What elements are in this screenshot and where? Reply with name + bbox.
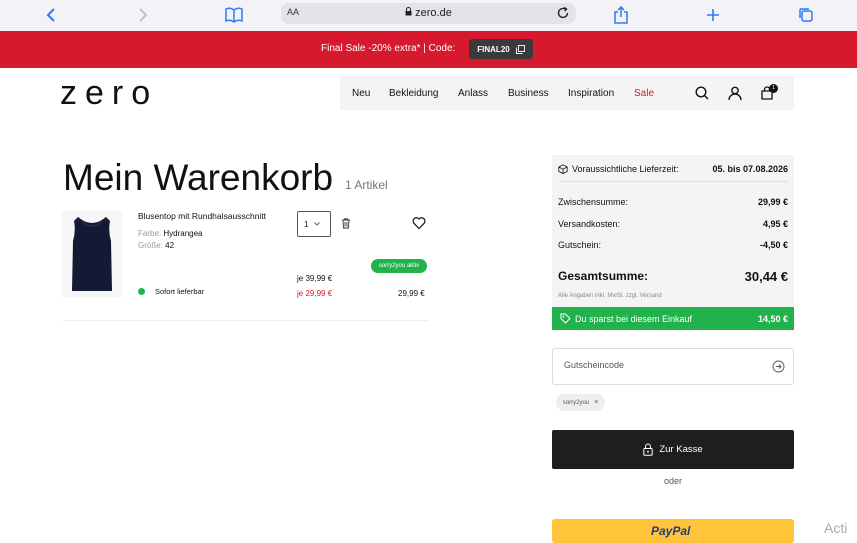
savings-label: Du sparst bei diesem Einkauf xyxy=(575,314,693,324)
checkout-button[interactable]: Zur Kasse xyxy=(552,430,794,469)
grand-total-label: Gesamtsumme: xyxy=(558,269,649,283)
nav-item-sale[interactable]: Sale xyxy=(634,88,654,99)
checkout-label: Zur Kasse xyxy=(659,444,703,455)
divider xyxy=(558,181,788,182)
account-icon[interactable] xyxy=(727,85,743,101)
blouse-image xyxy=(72,217,112,291)
color-value: Hydrangea xyxy=(163,229,203,238)
applied-voucher-chip[interactable]: sorry2you × xyxy=(556,394,605,411)
tabs-icon[interactable] xyxy=(795,4,817,26)
in-stock-indicator xyxy=(138,288,145,295)
cart-button[interactable]: 1 xyxy=(760,84,778,102)
reload-icon[interactable] xyxy=(555,5,571,21)
delivery-value: 05. bis 07.08.2026 xyxy=(712,164,788,174)
or-divider-text: oder xyxy=(663,476,682,486)
new-tab-icon[interactable] xyxy=(702,4,724,26)
trash-icon[interactable] xyxy=(340,217,352,229)
forward-icon[interactable] xyxy=(132,4,154,26)
voucher-value: -4,50 € xyxy=(759,240,788,250)
shipping-row: Versandkosten: 4,95 € xyxy=(558,219,788,229)
chevron-down-icon xyxy=(314,222,320,226)
paypal-logo: PayPal xyxy=(651,524,691,538)
package-icon xyxy=(558,164,568,174)
back-icon[interactable] xyxy=(40,4,62,26)
bookmarks-icon[interactable] xyxy=(223,4,245,26)
delivery-label: Voraussichtliche Lieferzeit: xyxy=(572,164,679,174)
size-value: 42 xyxy=(165,241,175,250)
nav-item-inspiration[interactable]: Inspiration xyxy=(568,88,614,99)
unit-price-sale: je 29,99 € xyxy=(297,289,333,298)
search-icon[interactable] xyxy=(694,85,710,101)
close-icon[interactable]: × xyxy=(594,399,598,406)
quantity-value: 1 xyxy=(304,220,309,229)
shipping-label: Versandkosten: xyxy=(558,219,621,229)
address-bar[interactable]: AA zero.de xyxy=(281,3,576,24)
cart-count-badge: 1 xyxy=(769,84,778,93)
voucher-active-badge: sorry2you aktiv xyxy=(371,259,427,273)
savings-value: 14,50 € xyxy=(757,314,788,324)
promo-banner: Final Sale -20% extra* | Code: FINAL20 xyxy=(0,31,857,68)
order-summary: Voraussichtliche Lieferzeit: 05. bis 07.… xyxy=(552,155,794,330)
subtotal-value: 29,99 € xyxy=(757,197,788,207)
page-title: Mein Warenkorb xyxy=(63,157,334,198)
arrow-right-circle-icon[interactable] xyxy=(772,360,785,373)
line-total: 29,99 € xyxy=(398,289,425,298)
promo-text: Final Sale -20% extra* | Code: xyxy=(321,43,456,54)
copy-icon xyxy=(515,44,525,54)
share-icon[interactable] xyxy=(610,4,632,26)
product-color: Farbe: Hydrangea xyxy=(138,229,203,238)
grand-total-value: 30,44 € xyxy=(744,269,788,284)
lock-icon xyxy=(405,7,412,19)
product-name[interactable]: Blusentop mit Rundhalsausschnitt xyxy=(138,211,266,221)
product-size: Größe: 42 xyxy=(138,241,174,250)
browser-toolbar: AA zero.de xyxy=(0,0,857,31)
size-label: Größe: xyxy=(138,241,163,250)
paypal-button[interactable]: PayPal xyxy=(552,519,794,543)
savings-banner: Du sparst bei diesem Einkauf 14,50 € xyxy=(552,307,794,330)
nav-item-bekleidung[interactable]: Bekleidung xyxy=(389,88,438,99)
item-count: 1 Artikel xyxy=(345,178,388,192)
promo-code-button[interactable]: FINAL20 xyxy=(469,39,533,59)
lock-icon xyxy=(643,443,654,456)
stock-status: Sofort lieferbar xyxy=(155,287,205,296)
vat-note: Alle Angaben inkl. MwSt. zzgl. Versand xyxy=(558,293,662,299)
url-text: zero.de xyxy=(415,7,452,19)
logo[interactable]: zero xyxy=(60,74,158,113)
applied-voucher-code: sorry2you xyxy=(562,399,590,406)
voucher-label: Gutschein: xyxy=(558,240,602,250)
quantity-select[interactable]: 1 xyxy=(297,211,331,237)
main-nav: Neu Bekleidung Anlass Business Inspirati… xyxy=(340,76,794,110)
subtotal-row: Zwischensumme: 29,99 € xyxy=(558,197,788,207)
nav-item-anlass[interactable]: Anlass xyxy=(458,88,488,99)
nav-item-neu[interactable]: Neu xyxy=(352,88,370,99)
wishlist-heart-icon[interactable] xyxy=(412,216,426,230)
voucher-row: Gutschein: -4,50 € xyxy=(558,240,788,250)
voucher-code-input[interactable] xyxy=(562,359,756,371)
promo-code: FINAL20 xyxy=(477,44,510,54)
nav-item-business[interactable]: Business xyxy=(508,88,549,99)
tag-icon xyxy=(560,313,571,324)
subtotal-label: Zwischensumme: xyxy=(558,197,629,207)
grand-total-row: Gesamtsumme: 30,44 € xyxy=(558,269,788,284)
shipping-value: 4,95 € xyxy=(762,219,788,229)
voucher-field xyxy=(552,348,794,385)
color-label: Farbe: xyxy=(138,229,162,238)
divider xyxy=(63,320,428,321)
url-display: zero.de xyxy=(281,7,576,19)
product-image[interactable] xyxy=(62,211,122,297)
unit-price-original: je 39,99 € xyxy=(297,274,333,283)
